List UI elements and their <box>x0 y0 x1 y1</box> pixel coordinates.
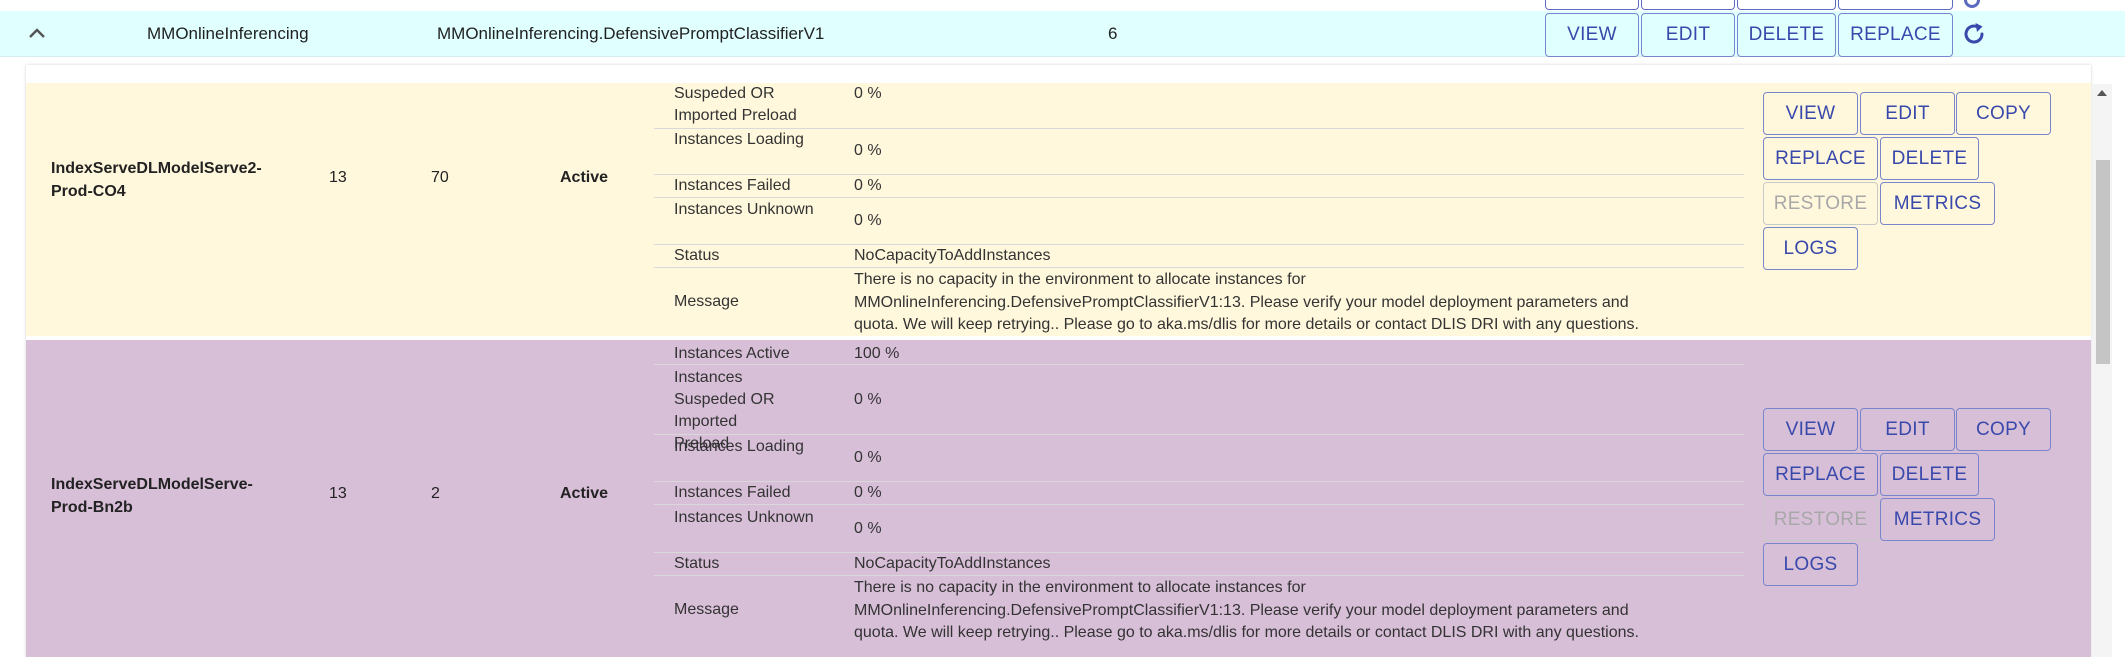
detail-row: Message There is no capacity in the envi… <box>654 576 1744 657</box>
detail-row: Instances Loading 0 % <box>654 129 1744 175</box>
refresh-icon[interactable] <box>1961 21 1987 47</box>
detail-label: Instances Failed <box>674 177 791 194</box>
detail-label: Message <box>674 293 739 310</box>
logs-button[interactable]: LOGS <box>1763 227 1858 270</box>
deployment-row: IndexServeDLModelServe-Prod-Bn2b 13 2 Ac… <box>26 340 2091 657</box>
detail-label: Instances Loading <box>674 131 804 148</box>
vertical-scrollbar[interactable] <box>2092 84 2112 657</box>
header-edit-button[interactable]: EDIT <box>1641 13 1735 57</box>
detail-label: Instances Failed <box>674 484 791 501</box>
deployment-version: 13 <box>329 169 347 186</box>
replace-button[interactable]: REPLACE <box>1763 137 1878 180</box>
detail-value: 0 % <box>854 212 882 229</box>
detail-value: There is no capacity in the environment … <box>854 579 1639 641</box>
detail-row: Instances Unknown 0 % <box>654 506 1744 553</box>
deployment-name: IndexServeDLModelServe2-Prod-CO4 <box>51 160 262 200</box>
previous-row-button[interactable] <box>1737 0 1836 10</box>
previous-row-button[interactable] <box>1641 0 1735 10</box>
model-name: MMOnlineInferencing.DefensivePromptClass… <box>437 24 825 43</box>
previous-row-refresh-icon[interactable] <box>1964 0 1980 8</box>
detail-value: NoCapacityToAddInstances <box>854 555 1051 572</box>
detail-label: Instances Active <box>674 345 790 362</box>
detail-row: Instances Failed 0 % <box>654 482 1744 505</box>
detail-row: Instances Loading 0 % <box>654 435 1744 482</box>
previous-row-button[interactable] <box>1838 0 1953 10</box>
edit-button[interactable]: EDIT <box>1860 92 1955 135</box>
detail-value: There is no capacity in the environment … <box>854 271 1639 333</box>
detail-value: 0 % <box>854 520 882 537</box>
detail-value: 100 % <box>854 345 900 362</box>
detail-label: Suspeded OR Imported Preload <box>674 85 797 124</box>
header-replace-button[interactable]: REPLACE <box>1838 13 1953 57</box>
detail-row: Status NoCapacityToAddInstances <box>654 553 1744 576</box>
detail-label: Instances Unknown <box>674 201 814 218</box>
view-button[interactable]: VIEW <box>1763 408 1858 451</box>
detail-row: Status NoCapacityToAddInstances <box>654 245 1744 268</box>
model-header-row: MMOnlineInferencing MMOnlineInferencing.… <box>0 11 2125 57</box>
detail-row: Instances Suspeded OR Imported Preload 0… <box>654 365 1744 452</box>
logs-button[interactable]: LOGS <box>1763 543 1858 586</box>
detail-row: Instances Failed 0 % <box>654 175 1744 198</box>
deployment-version: 13 <box>329 485 347 502</box>
scrollbar-thumb[interactable] <box>2096 160 2110 364</box>
service-name: MMOnlineInferencing <box>147 24 309 43</box>
collapse-chevron-icon[interactable] <box>28 24 46 42</box>
copy-button[interactable]: COPY <box>1956 92 2051 135</box>
restore-button[interactable]: RESTORE <box>1763 182 1878 225</box>
deployment-row: IndexServeDLModelServe2-Prod-CO4 13 70 A… <box>26 83 2091 336</box>
detail-label: Status <box>674 247 720 264</box>
restore-button[interactable]: RESTORE <box>1763 498 1878 541</box>
copy-button[interactable]: COPY <box>1956 408 2051 451</box>
replace-button[interactable]: REPLACE <box>1763 453 1878 496</box>
header-view-button[interactable]: VIEW <box>1545 13 1639 57</box>
delete-button[interactable]: DELETE <box>1880 453 1979 496</box>
delete-button[interactable]: DELETE <box>1880 137 1979 180</box>
metrics-button[interactable]: METRICS <box>1880 498 1995 541</box>
detail-value: 0 % <box>854 142 882 159</box>
scroll-up-arrow-icon[interactable] <box>2097 90 2107 96</box>
detail-value: 0 % <box>854 177 882 194</box>
detail-value: 0 % <box>854 484 882 501</box>
metrics-button[interactable]: METRICS <box>1880 182 1995 225</box>
edit-button[interactable]: EDIT <box>1860 408 1955 451</box>
deployment-instances: 70 <box>431 169 449 186</box>
deployment-count: 6 <box>1108 24 1118 43</box>
detail-label: Instances Unknown <box>674 509 814 526</box>
detail-value: 0 % <box>854 449 882 466</box>
detail-row: Instances Active 100 % <box>654 340 1744 365</box>
detail-row: Suspeded OR Imported Preload 0 % <box>654 83 1744 129</box>
deployments-panel: IndexServeDLModelServe2-Prod-CO4 13 70 A… <box>26 65 2091 657</box>
deployment-status: Active <box>560 485 609 502</box>
detail-value: 0 % <box>854 85 882 102</box>
deployment-name: IndexServeDLModelServe-Prod-Bn2b <box>51 476 253 516</box>
detail-label: Status <box>674 555 720 572</box>
detail-row: Message There is no capacity in the envi… <box>654 269 1744 336</box>
detail-label: Message <box>674 601 739 618</box>
detail-row: Instances Unknown 0 % <box>654 199 1744 245</box>
view-button[interactable]: VIEW <box>1763 92 1858 135</box>
deployment-instances: 2 <box>431 485 440 502</box>
deployment-status: Active <box>560 169 609 186</box>
detail-label: Instances Loading <box>674 438 804 455</box>
header-delete-button[interactable]: DELETE <box>1737 13 1836 57</box>
detail-value: 0 % <box>854 391 882 408</box>
previous-row-button[interactable] <box>1545 0 1639 10</box>
detail-value: NoCapacityToAddInstances <box>854 247 1051 264</box>
